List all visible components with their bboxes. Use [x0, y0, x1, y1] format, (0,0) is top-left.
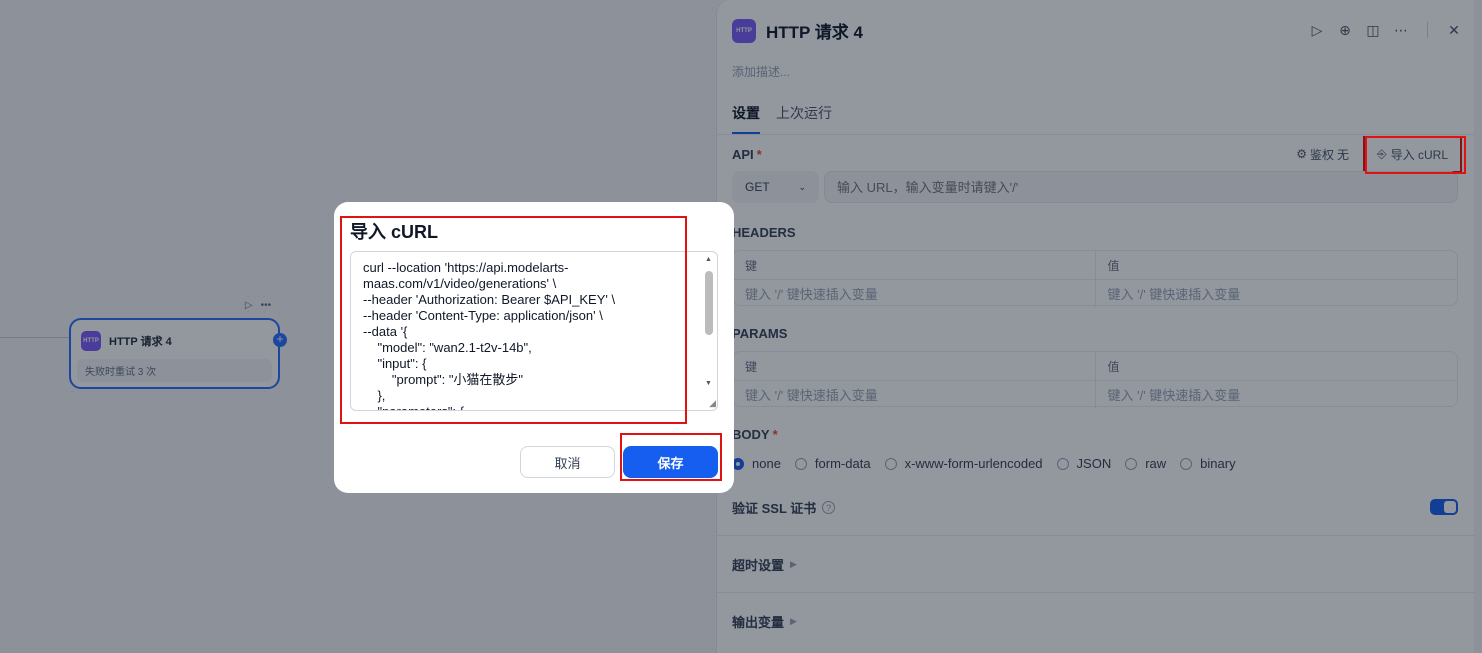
cancel-button[interactable]: 取消	[520, 446, 615, 478]
textarea-scrollbar[interactable]: ▲ ▼	[703, 256, 715, 406]
scroll-down-icon[interactable]: ▼	[705, 380, 712, 387]
highlight-box-save	[620, 433, 722, 481]
scroll-up-icon[interactable]: ▲	[705, 256, 712, 263]
highlight-box-textarea	[340, 216, 687, 424]
highlight-box-import	[1365, 136, 1466, 174]
resize-handle-icon[interactable]: ◢	[709, 398, 716, 409]
scroll-thumb[interactable]	[705, 271, 713, 335]
modal-overlay[interactable]	[0, 0, 1482, 653]
